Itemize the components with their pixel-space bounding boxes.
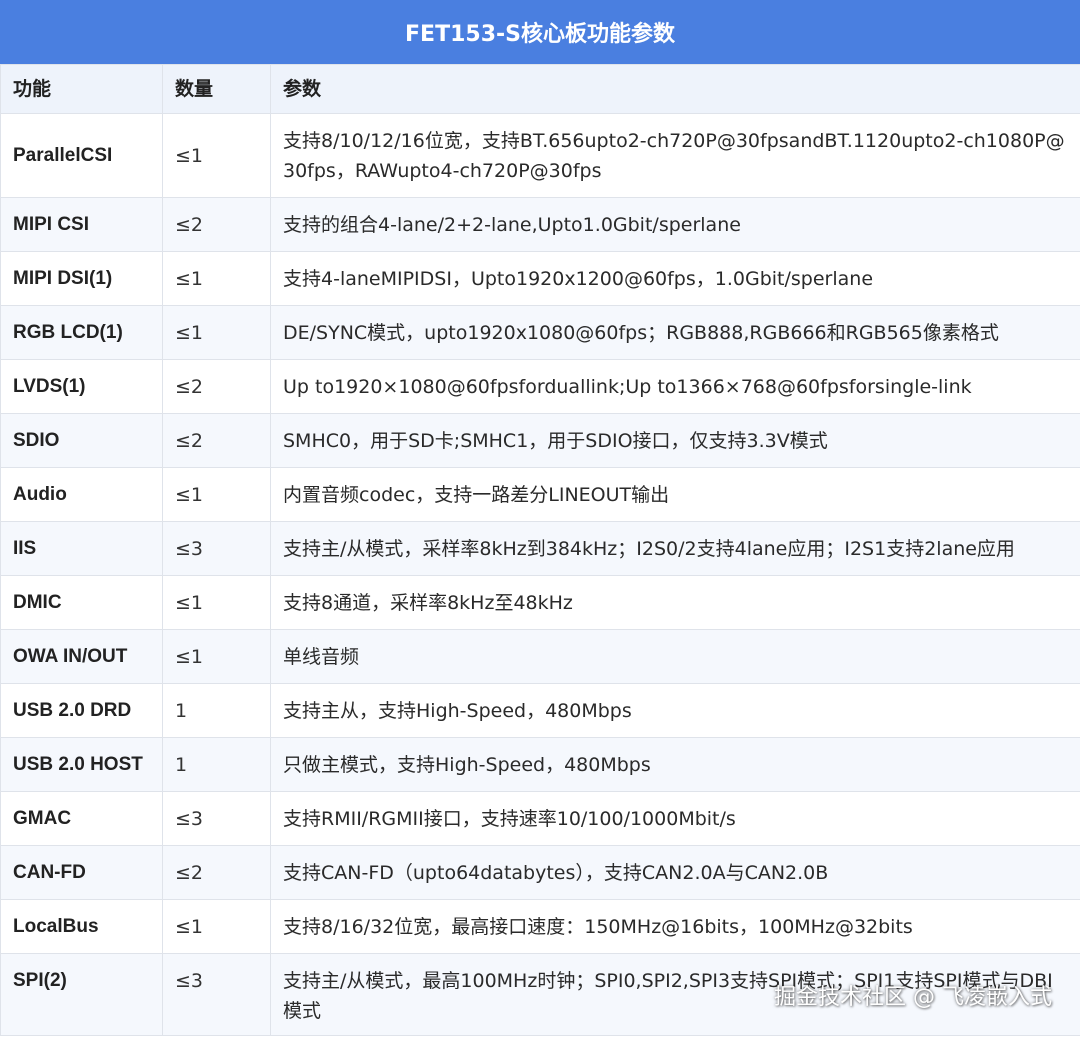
params-cell: 单线音频 <box>270 629 1080 684</box>
column-header-params: 参数 <box>270 64 1080 114</box>
function-cell: RGB LCD(1) <box>0 305 163 360</box>
params-cell: 内置音频codec，支持一路差分LINEOUT输出 <box>270 467 1080 522</box>
table-row: CAN-FD ≤2 支持CAN-FD（upto64databytes），支持CA… <box>0 845 1080 900</box>
quantity-cell: 1 <box>162 683 271 738</box>
function-cell: CAN-FD <box>0 845 163 900</box>
function-cell: LocalBus <box>0 899 163 954</box>
table-row: MIPI DSI(1) ≤1 支持4-laneMIPIDSI，Upto1920x… <box>0 251 1080 306</box>
quantity-cell: ≤1 <box>162 305 271 360</box>
column-header-quantity: 数量 <box>162 64 271 114</box>
quantity-cell: ≤2 <box>162 359 271 414</box>
params-cell: 支持8通道，采样率8kHz至48kHz <box>270 575 1080 630</box>
params-cell: 支持RMII/RGMII接口，支持速率10/100/1000Mbit/s <box>270 791 1080 846</box>
function-cell: MIPI DSI(1) <box>0 251 163 306</box>
function-cell: USB 2.0 HOST <box>0 737 163 792</box>
table-row: ParallelCSI ≤1 支持8/10/12/16位宽，支持BT.656up… <box>0 113 1080 198</box>
params-cell: 支持主从，支持High-Speed，480Mbps <box>270 683 1080 738</box>
params-cell: 支持CAN-FD（upto64databytes），支持CAN2.0A与CAN2… <box>270 845 1080 900</box>
params-cell: 支持的组合4-lane/2+2-lane,Upto1.0Gbit/sperlan… <box>270 197 1080 252</box>
function-cell: MIPI CSI <box>0 197 163 252</box>
table-title-text: FET153-S核心板功能参数 <box>405 22 675 47</box>
quantity-cell: ≤1 <box>162 575 271 630</box>
quantity-cell: ≤2 <box>162 845 271 900</box>
table-header: 功能 数量 参数 <box>0 64 1080 114</box>
table-row: RGB LCD(1) ≤1 DE/SYNC模式，upto1920x1080@60… <box>0 305 1080 360</box>
quantity-cell: 1 <box>162 737 271 792</box>
quantity-cell: ≤2 <box>162 197 271 252</box>
params-cell: 只做主模式，支持High-Speed，480Mbps <box>270 737 1080 792</box>
table-row: SDIO ≤2 SMHC0，用于SD卡;SMHC1，用于SDIO接口，仅支持3.… <box>0 413 1080 468</box>
function-cell: GMAC <box>0 791 163 846</box>
table-row: OWA IN/OUT ≤1 单线音频 <box>0 629 1080 684</box>
function-cell: USB 2.0 DRD <box>0 683 163 738</box>
table-row: MIPI CSI ≤2 支持的组合4-lane/2+2-lane,Upto1.0… <box>0 197 1080 252</box>
table-row: GMAC ≤3 支持RMII/RGMII接口，支持速率10/100/1000Mb… <box>0 791 1080 846</box>
table-row: IIS ≤3 支持主/从模式，采样率8kHz到384kHz；I2S0/2支持4l… <box>0 521 1080 576</box>
quantity-cell: ≤3 <box>162 953 271 1036</box>
table-title: FET153-S核心板功能参数 <box>0 0 1080 64</box>
function-cell: ParallelCSI <box>0 113 163 198</box>
function-cell: LVDS(1) <box>0 359 163 414</box>
function-cell: Audio <box>0 467 163 522</box>
params-cell: SMHC0，用于SD卡;SMHC1，用于SDIO接口，仅支持3.3V模式 <box>270 413 1080 468</box>
params-cell: 支持主/从模式，采样率8kHz到384kHz；I2S0/2支持4lane应用；I… <box>270 521 1080 576</box>
params-cell: 支持8/16/32位宽，最高接口速度：150MHz@16bits，100MHz@… <box>270 899 1080 954</box>
table-row: DMIC ≤1 支持8通道，采样率8kHz至48kHz <box>0 575 1080 630</box>
watermark: 掘金技术社区 @ 飞凌嵌入式 <box>774 985 1052 1010</box>
quantity-cell: ≤1 <box>162 251 271 306</box>
header-row: 功能 数量 参数 <box>0 64 1080 114</box>
table-row: LocalBus ≤1 支持8/16/32位宽，最高接口速度：150MHz@16… <box>0 899 1080 954</box>
function-cell: IIS <box>0 521 163 576</box>
table-row: Audio ≤1 内置音频codec，支持一路差分LINEOUT输出 <box>0 467 1080 522</box>
table-row: USB 2.0 DRD 1 支持主从，支持High-Speed，480Mbps <box>0 683 1080 738</box>
quantity-cell: ≤2 <box>162 413 271 468</box>
params-cell: DE/SYNC模式，upto1920x1080@60fps；RGB888,RGB… <box>270 305 1080 360</box>
table-row: LVDS(1) ≤2 Up to1920×1080@60fpsfordualli… <box>0 359 1080 414</box>
quantity-cell: ≤3 <box>162 791 271 846</box>
function-cell: SDIO <box>0 413 163 468</box>
quantity-cell: ≤1 <box>162 899 271 954</box>
quantity-cell: ≤1 <box>162 467 271 522</box>
params-cell: 支持8/10/12/16位宽，支持BT.656upto2-ch720P@30fp… <box>270 113 1080 198</box>
function-cell: OWA IN/OUT <box>0 629 163 684</box>
params-cell: Up to1920×1080@60fpsforduallink;Up to136… <box>270 359 1080 414</box>
table-body: ParallelCSI ≤1 支持8/10/12/16位宽，支持BT.656up… <box>0 113 1080 1036</box>
table-row: USB 2.0 HOST 1 只做主模式，支持High-Speed，480Mbp… <box>0 737 1080 792</box>
quantity-cell: ≤3 <box>162 521 271 576</box>
function-cell: SPI(2) <box>0 953 163 1036</box>
quantity-cell: ≤1 <box>162 113 271 198</box>
quantity-cell: ≤1 <box>162 629 271 684</box>
spec-table: 功能 数量 参数 ParallelCSI ≤1 支持8/10/12/16位宽，支… <box>0 64 1080 1036</box>
function-cell: DMIC <box>0 575 163 630</box>
params-cell: 支持4-laneMIPIDSI，Upto1920x1200@60fps，1.0G… <box>270 251 1080 306</box>
column-header-function: 功能 <box>0 64 163 114</box>
